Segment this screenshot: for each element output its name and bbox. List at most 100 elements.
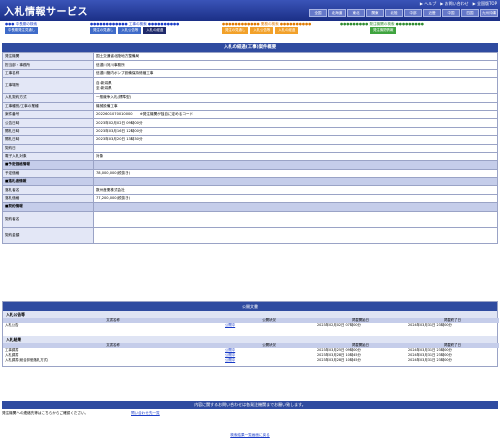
region-tab[interactable]: 中国 — [442, 9, 460, 17]
detail-key: 工事場所 — [2, 77, 94, 95]
search-nav: ●●● 中長期の検索 中長期発注見通し ●●●●●●●●●●●● 工事の検索 ●… — [0, 21, 500, 35]
nav-group-agency: ●●●●●●●●● 発注機関の検索 ●●●●●●●●● 発注機関情報 — [340, 21, 424, 34]
detail-key: 開札日時 — [2, 135, 94, 145]
region-tab[interactable]: 東北 — [347, 9, 365, 17]
contact-link[interactable]: ▶ お問い合わせ — [440, 1, 468, 7]
detail-row: 開札日時 2023年03月16日 12時00分 — [2, 126, 498, 137]
region-tab[interactable]: 中部 — [404, 9, 422, 17]
detail-row: 予定価格 78,000,000(税抜き) — [2, 168, 498, 179]
tab-services-outlook[interactable]: 発注の見通し — [222, 27, 249, 34]
contact-list-link[interactable]: 問い合わせ先一覧 — [131, 411, 160, 416]
documents-section-label: 入札公告等 — [3, 311, 497, 318]
detail-key: 案件番号 — [2, 109, 94, 120]
detail-value: 一般競争入札(標準型) — [93, 93, 498, 103]
detail-row: 落札価格 77,200,000(税抜き) — [2, 193, 498, 204]
region-tab[interactable]: 近畿 — [423, 9, 441, 17]
detail-key: 工事種別/工事の業種 — [2, 101, 94, 111]
region-tab[interactable]: 関東 — [366, 9, 384, 17]
detail-row: 落札者名 数州産業株式会社 — [2, 185, 498, 195]
detail-value — [93, 202, 498, 212]
detail-value: 2023年03月20日 13時30分 — [93, 135, 498, 145]
detail-key: 電子入札対象 — [2, 151, 94, 162]
detail-value — [93, 210, 498, 228]
doc-start: 2023年02月02日 07時00分 — [317, 323, 361, 327]
tab-construction-notices[interactable]: 入札公告等 — [118, 27, 142, 34]
tab-midterm-outlook[interactable]: 中長期発注見通し — [5, 27, 39, 34]
detail-row: 公告日時 2023年02月02日 09時00分 — [2, 118, 498, 128]
detail-value: 数州産業株式会社 — [93, 185, 498, 195]
tab-construction-results[interactable]: 入札の経過 — [143, 27, 167, 34]
detail-row: 案件番号 2022601070010000 ※発注機関が独自に定めるコード — [2, 109, 498, 120]
nav-group-midterm: ●●● 中長期の検索 中長期発注見通し — [5, 21, 39, 34]
contact-title: 内容に関するお問い合わせは各発注機関までお願い致します。 — [2, 401, 498, 409]
detail-row: 契約者名 — [2, 210, 498, 228]
detail-key: ■予定価格情報 — [2, 160, 94, 170]
detail-key: 契約日 — [2, 143, 94, 153]
nav-group-construction: ●●●●●●●●●●●● 工事の検索 ●●●●●●●●●● 発注の見通し 入札公… — [90, 21, 179, 34]
detail-key: 発注機関 — [2, 51, 94, 62]
detail-row: 電子入札対象 対象 — [2, 151, 498, 162]
detail-key: 落札者名 — [2, 185, 94, 195]
region-tab[interactable]: 北陸 — [385, 9, 403, 17]
doc-end: 2024年03月31日 23時00分 — [408, 323, 452, 327]
detail-value: 信濃川管内ポンプ設備保持修繕工事 — [93, 68, 498, 79]
detail-row: 担当部・事務所 信濃川河川事務所 — [2, 60, 498, 70]
detail-key: 契約金額 — [2, 226, 94, 244]
region-tab[interactable]: 四国 — [461, 9, 479, 17]
back-to-results-link[interactable]: 検索結果一覧画面に戻る — [0, 433, 500, 438]
detail-row: 開札日時 2023年03月20日 13時30分 — [2, 135, 498, 145]
documents-grid-notices: 文書名称 公開状況 掲載開始日 掲載終了日 入札公告 公開中 2023年02月0… — [3, 318, 499, 328]
detail-value: 78,000,000(税抜き) — [93, 168, 498, 179]
detail-section-row: ■予定価格情報 — [2, 160, 498, 170]
detail-value: 77,200,000(税抜き) — [93, 193, 498, 204]
detail-key: 担当部・事務所 — [2, 60, 94, 70]
site-header: 入札情報サービス ▶ ヘルプ ▶ お問い合わせ ▶ 全国版TOP 全国 北海道 … — [0, 0, 500, 21]
detail-section-row: ■契約情報 — [2, 202, 498, 212]
tab-construction-outlook[interactable]: 発注の見通し — [90, 27, 117, 34]
detail-value — [93, 226, 498, 244]
contact-text: 発注機関への連絡先等はこちらからご確認ください。 — [2, 411, 89, 415]
doc-status-link[interactable]: 公開中 — [223, 358, 315, 363]
tab-agency-info[interactable]: 発注機関情報 — [370, 27, 397, 34]
region-tab[interactable]: 北海道 — [328, 9, 346, 17]
detail-value: 対象 — [93, 151, 498, 162]
doc-name: 入札調書(総合評価落札方式) — [5, 358, 49, 362]
detail-key: 契約者名 — [2, 210, 94, 228]
national-top-link[interactable]: ▶ 全国版TOP — [473, 1, 497, 7]
detail-value: 2023年03月16日 12時00分 — [93, 126, 498, 137]
detail-key: ■落札者情報 — [2, 177, 94, 187]
contact-row: 発注機関への連絡先等はこちらからご確認ください。 問い合わせ先一覧 — [2, 411, 498, 416]
region-tab[interactable]: 全国 — [309, 9, 327, 17]
detail-value — [93, 177, 498, 187]
detail-row: 契約日 — [2, 143, 498, 153]
region-tabs: 全国 北海道 東北 関東 北陸 中部 近畿 中国 四国 九州沖縄 — [309, 9, 498, 17]
detail-key: 公告日時 — [2, 118, 94, 128]
documents-title: 公開文書 — [3, 302, 497, 311]
detail-value: 機械設備工事 — [93, 101, 498, 111]
nav-group-services: ●●●●●●●●●●●● 業務の検索 ●●●●●●●●●● 発注の見通し 入札公… — [222, 21, 311, 34]
detail-table: 発注機関 国土交通省北陸地方整備局 担当部・事務所 信濃川河川事務所 工事名称 信濃川管内… — [2, 51, 498, 244]
detail-value: 自:新潟県 至:新潟県 — [93, 77, 498, 95]
detail-value: 信濃川河川事務所 — [93, 60, 498, 70]
help-link[interactable]: ▶ ヘルプ — [420, 1, 436, 7]
doc-status-link[interactable]: 公開中 — [223, 323, 315, 328]
detail-key: 予定価格 — [2, 168, 94, 179]
documents-section-label: 入札結果 — [3, 336, 497, 343]
detail-row: 工事種別/工事の業種 機械設備工事 — [2, 101, 498, 111]
detail-section-row: ■落札者情報 — [2, 177, 498, 187]
detail-key: ■契約情報 — [2, 202, 94, 212]
detail-title: 入札の経過(工事)案件概要 — [2, 43, 498, 52]
doc-end: 2024年03月31日 23時00分 — [408, 358, 452, 362]
detail-key: 落札価格 — [2, 193, 94, 204]
tab-services-notices[interactable]: 入札公告等 — [250, 27, 274, 34]
doc-name: 入札公告 — [5, 323, 19, 327]
header-links: ▶ ヘルプ ▶ お問い合わせ ▶ 全国版TOP — [420, 1, 497, 7]
detail-row: 契約金額 — [2, 226, 498, 244]
detail-row: 工事場所 自:新潟県 至:新潟県 — [2, 77, 498, 95]
detail-value: 2023年02月02日 09時00分 — [93, 118, 498, 128]
site-title: 入札情報サービス — [4, 7, 88, 18]
detail-key: 開札日時 — [2, 126, 94, 137]
region-tab[interactable]: 九州沖縄 — [480, 9, 498, 17]
detail-row: 発注機関 国土交通省北陸地方整備局 — [2, 51, 498, 62]
tab-services-results[interactable]: 入札の経過 — [275, 27, 299, 34]
